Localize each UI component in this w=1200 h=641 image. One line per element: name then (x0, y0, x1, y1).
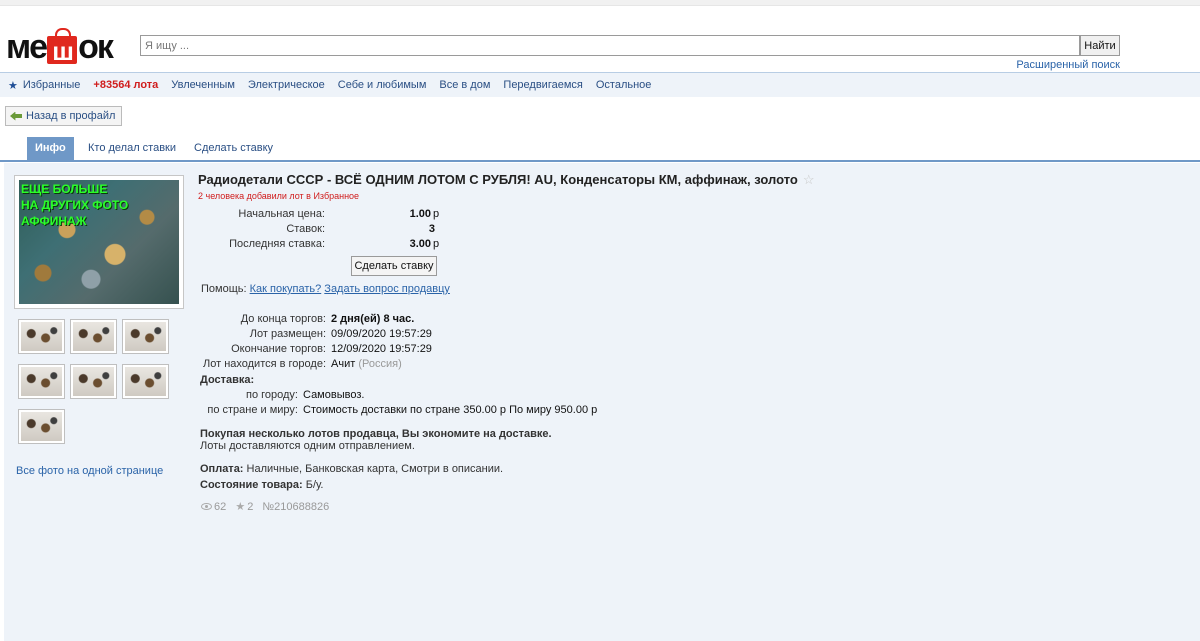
bids-label: Ставок: (286, 223, 325, 235)
last-bid-label: Последняя ставка: (229, 238, 325, 250)
views-count: 62 (214, 501, 227, 513)
condition-label: Состояние товара: (200, 479, 303, 491)
nav-item-home[interactable]: Все в дом (439, 79, 490, 91)
search-button[interactable]: Найти (1080, 35, 1120, 56)
advanced-search-link[interactable]: Расширенный поиск (1016, 59, 1120, 71)
nav-item-transport[interactable]: Передвигаемся (503, 79, 582, 91)
posted-value: 09/09/2020 19:57:29 (331, 328, 432, 340)
lot-content: ЕЩЕ БОЛЬШЕ НА ДРУГИХ ФОТО АФФИНАЖ Все фо… (4, 163, 1200, 641)
lot-title: Радиодетали СССР - ВСЁ ОДНИМ ЛОТОМ С РУБ… (198, 172, 814, 188)
multi-lot-note: Покупая несколько лотов продавца, Вы эко… (200, 428, 552, 440)
condition-row: Состояние товара: Б/у. (200, 479, 323, 491)
payment-row: Оплата: Наличные, Банковская карта, Смот… (200, 463, 503, 475)
last-bid-value: 3.00 (409, 238, 431, 250)
thumbnail[interactable] (70, 364, 117, 399)
start-price-value: 1.00 (409, 208, 431, 220)
delivery-city-label: по городу: (246, 389, 298, 401)
multi-lot-sub: Лоты доставляются одним отправлением. (200, 440, 415, 452)
make-bid-button[interactable]: Сделать ставку (351, 256, 437, 276)
city-value: Ачит (331, 358, 356, 370)
lot-stats: 62 ★ 2 №210688826 (201, 500, 329, 513)
payment-label: Оплата: (200, 463, 244, 475)
nav-lots-count[interactable]: +83564 лота (93, 79, 158, 91)
nav-item-hobby[interactable]: Увлеченным (171, 79, 235, 91)
tab-make-bid[interactable]: Сделать ставку (194, 137, 273, 160)
browser-top-strip (0, 0, 1200, 6)
nav-item-loved[interactable]: Себе и любимым (338, 79, 427, 91)
start-price-label: Начальная цена: (238, 208, 325, 220)
country-value: (Россия) (358, 358, 402, 370)
lot-tabs: Инфо Кто делал ставки Сделать ставку (0, 137, 1200, 162)
delivery-city-value: Самовывоз. (303, 389, 365, 401)
lot-title-text: Радиодетали СССР - ВСЁ ОДНИМ ЛОТОМ С РУБ… (198, 172, 798, 187)
eye-icon (201, 503, 212, 510)
thumbnail[interactable] (18, 319, 65, 354)
tab-info[interactable]: Инфо (27, 137, 74, 160)
add-favorite-star-icon[interactable]: ☆ (803, 172, 815, 187)
help-label: Помощь: (201, 283, 247, 295)
photo-overlay-text: ЕЩЕ БОЛЬШЕ НА ДРУГИХ ФОТО АФФИНАЖ (21, 182, 129, 228)
all-photos-link[interactable]: Все фото на одной странице (16, 465, 163, 477)
search-input[interactable] (140, 35, 1080, 56)
lot-number: №210688826 (262, 501, 330, 513)
posted-label: Лот размещен: (249, 328, 326, 340)
how-to-buy-link[interactable]: Как покупать? (250, 283, 322, 295)
delivery-country-value: Стоимость доставки по стране 350.00 р По… (303, 404, 598, 416)
bag-icon: ш (47, 28, 78, 66)
currency: р (433, 208, 440, 220)
ends-in-value: 2 дня(ей) 8 час. (331, 313, 415, 325)
bids-value: 3 (428, 223, 435, 235)
ask-seller-link[interactable]: Задать вопрос продавцу (324, 283, 450, 295)
ends-in-label: До конца торгов: (240, 313, 326, 325)
category-nav: ★ Избранные +83564 лота Увлеченным Элект… (0, 72, 1200, 97)
delivery-country-label: по стране и миру: (207, 404, 298, 416)
thumbnail[interactable] (70, 319, 117, 354)
star-icon: ★ (8, 79, 18, 92)
end-label: Окончание торгов: (231, 343, 326, 355)
nav-item-electric[interactable]: Электрическое (248, 79, 325, 91)
nav-favorites[interactable]: Избранные (23, 79, 81, 91)
tab-bidders[interactable]: Кто делал ставки (88, 137, 176, 160)
favorites-note: 2 человека добавили лот в Избранное (198, 191, 360, 201)
back-arrow-icon (10, 111, 22, 121)
thumbnail[interactable] (18, 409, 65, 444)
currency: р (433, 238, 440, 250)
help-row: Помощь: Как покупать? Задать вопрос прод… (201, 283, 450, 295)
condition-value: Б/у. (305, 479, 324, 491)
nav-item-other[interactable]: Остальное (596, 79, 652, 91)
star-icon: ★ (235, 501, 246, 513)
back-to-profile-button[interactable]: Назад в профайл (5, 106, 123, 126)
end-value: 12/09/2020 19:57:29 (331, 343, 432, 355)
site-logo[interactable]: ме ш ок (6, 24, 134, 66)
delivery-label: Доставка: (200, 374, 255, 386)
thumbnail[interactable] (18, 364, 65, 399)
payment-value: Наличные, Банковская карта, Смотри в опи… (246, 463, 504, 475)
stars-count: 2 (247, 501, 254, 513)
logo-text: ме ш ок (6, 28, 114, 66)
back-button-label: Назад в профайл (26, 110, 116, 122)
city-label: Лот находится в городе: (203, 358, 326, 370)
